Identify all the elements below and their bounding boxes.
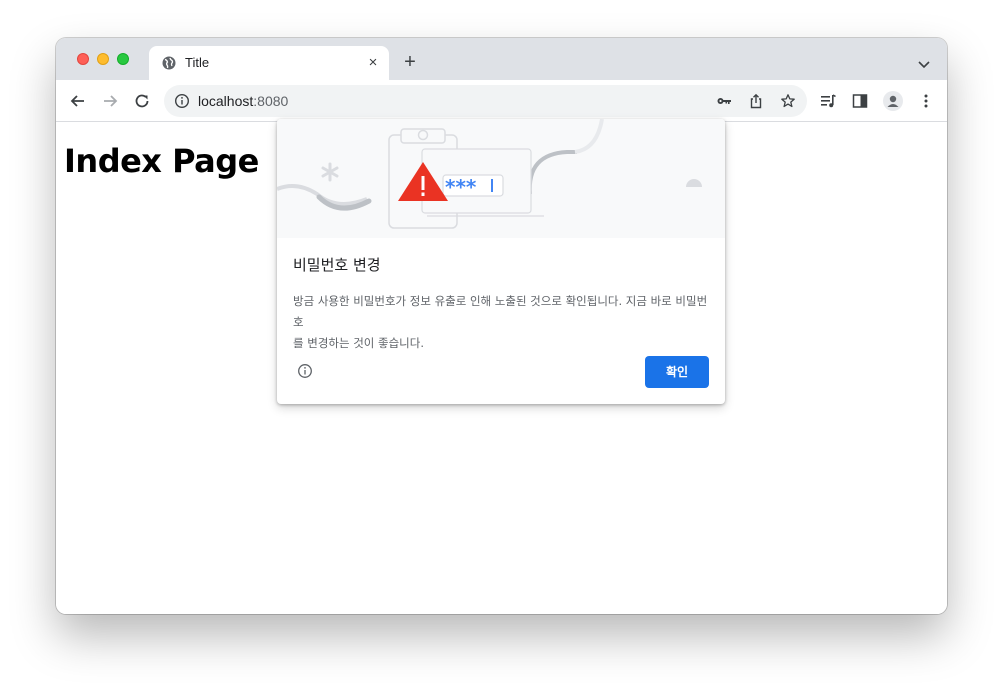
url-port: :8080 — [253, 93, 289, 109]
page-title: Index Page — [64, 142, 259, 180]
more-menu-icon[interactable] — [917, 92, 935, 110]
close-window-button[interactable] — [77, 53, 89, 65]
share-icon[interactable] — [748, 93, 764, 109]
minimize-window-button[interactable] — [97, 53, 109, 65]
dialog-body-line: 를 변경하는 것이 좋습니다. — [293, 336, 425, 350]
masked-password-text: *** — [445, 175, 477, 199]
toolbar: localhost:8080 — [56, 80, 947, 122]
media-control-icon[interactable] — [819, 92, 837, 110]
url-text: localhost:8080 — [198, 93, 288, 109]
side-panel-icon[interactable] — [851, 92, 869, 110]
tab-active[interactable]: Title × — [149, 46, 389, 80]
address-bar[interactable]: localhost:8080 — [164, 85, 807, 117]
url-host: localhost — [198, 93, 254, 109]
key-icon[interactable] — [716, 93, 732, 109]
password-breach-illustration: *** — [277, 119, 725, 238]
zoom-window-button[interactable] — [117, 53, 129, 65]
profile-avatar-icon[interactable] — [883, 91, 903, 111]
back-arrow-icon[interactable] — [69, 92, 87, 110]
chevron-down-icon[interactable] — [916, 56, 932, 72]
tab-title: Title — [185, 55, 210, 70]
info-icon[interactable] — [297, 363, 313, 379]
forward-arrow-icon[interactable] — [101, 92, 119, 110]
new-tab-button[interactable]: + — [400, 52, 420, 72]
globe-icon — [162, 56, 176, 70]
dialog-title: 비밀번호 변경 — [293, 256, 381, 274]
dialog-body: 방금 사용한 비밀번호가 정보 유출로 인해 노출된 것으로 확인됩니다. 지금… — [293, 291, 713, 354]
dialog-body-line: 방금 사용한 비밀번호가 정보 유출로 인해 노출된 것으로 확인됩니다. 지금… — [293, 294, 708, 329]
tab-close-button[interactable]: × — [365, 55, 381, 71]
info-icon[interactable] — [174, 93, 190, 109]
reload-icon[interactable] — [133, 92, 151, 110]
confirm-button[interactable]: 확인 — [645, 356, 709, 388]
password-change-dialog: *** 비밀번호 변경 방금 사용한 비밀번호가 정보 유출로 인해 노출된 것… — [277, 119, 725, 404]
tab-strip: Title × + — [56, 38, 947, 80]
bookmark-star-icon[interactable] — [780, 93, 796, 109]
